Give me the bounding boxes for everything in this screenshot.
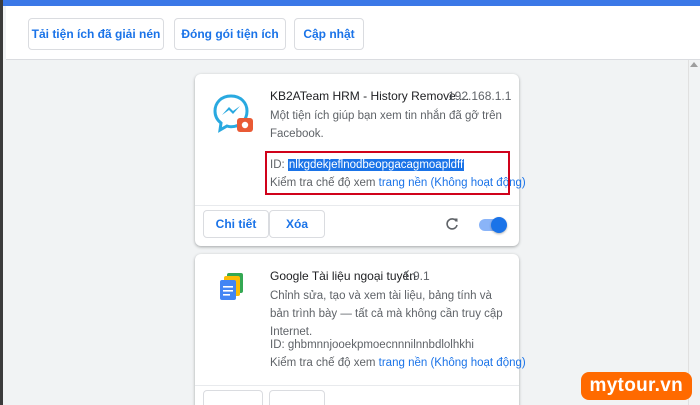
- extension-id: ID: ghbmnnjooekpmoecnnnilnnbdlolhkhi: [270, 339, 474, 351]
- card-divider: [195, 385, 519, 386]
- enable-toggle[interactable]: [479, 217, 507, 233]
- id-value[interactable]: ghbmnnjooekpmoecnnnilnnbdlolhkhi: [288, 339, 474, 351]
- inspect-label: Kiểm tra chế độ xem: [270, 357, 379, 369]
- scroll-up-arrow-icon[interactable]: [690, 62, 698, 67]
- card-divider: [195, 205, 519, 206]
- details-button[interactable]: Chi tiết: [203, 210, 269, 238]
- watermark-logo: mytour.vn: [580, 372, 692, 400]
- update-button[interactable]: Cập nhật: [294, 18, 364, 50]
- inspect-views: Kiểm tra chế độ xem trang nền (Không hoạ…: [270, 357, 526, 369]
- extension-description: Chỉnh sửa, tạo và xem tài liệu, bảng tín…: [270, 290, 503, 338]
- extension-name: KB2ATeam HRM - History Remove ...: [270, 89, 470, 103]
- google-docs-icon: [217, 272, 247, 302]
- pack-extension-button[interactable]: Đóng gói tiện ích: [174, 18, 286, 50]
- details-button[interactable]: [203, 390, 263, 405]
- load-unpacked-button[interactable]: Tải tiện ích đã giải nén: [28, 18, 164, 50]
- extension-card: Google Tài liệu ngoại tuyến 1.9.1 Chỉnh …: [195, 254, 526, 405]
- background-page-link[interactable]: trang nền (Không hoạt động): [379, 357, 526, 369]
- extension-version: 1.9.1: [403, 269, 430, 283]
- extension-description: Một tiện ích giúp bạn xem tin nhắn đã gỡ…: [270, 110, 502, 140]
- scrollbar[interactable]: [688, 60, 700, 405]
- reload-icon[interactable]: [445, 217, 459, 231]
- remove-button[interactable]: Xóa: [269, 210, 325, 238]
- extension-card: KB2ATeam HRM - History Remove ... 192.16…: [195, 74, 526, 246]
- extension-name: Google Tài liệu ngoại tuyến: [270, 269, 416, 283]
- remove-button[interactable]: [269, 390, 325, 405]
- highlight-box: [265, 151, 510, 195]
- messenger-icon: [213, 92, 255, 134]
- toggle-knob: [491, 217, 507, 233]
- extension-version: 192.168.1.1: [448, 89, 512, 103]
- extensions-page: Tải tiện ích đã giải nén Đóng gói tiện í…: [0, 0, 700, 405]
- id-label: ID:: [270, 339, 288, 351]
- developer-toolbar: Tải tiện ích đã giải nén Đóng gói tiện í…: [6, 6, 700, 60]
